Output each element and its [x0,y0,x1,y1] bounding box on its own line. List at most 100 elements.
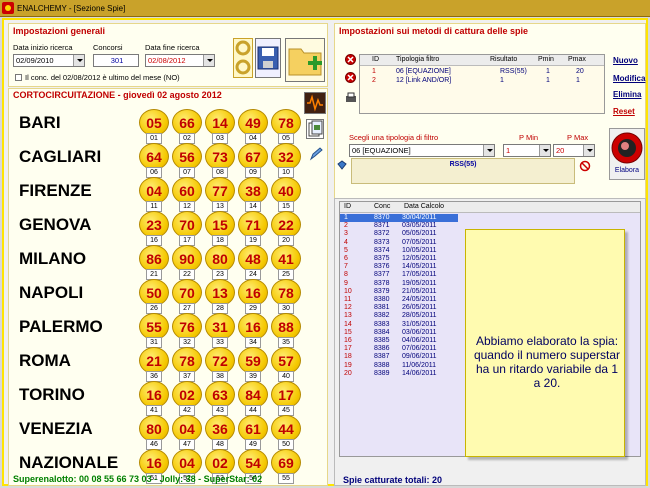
result-row[interactable]: 6 8375 12/05/2011 [340,255,458,263]
elabora-button[interactable]: Elabora [609,128,645,180]
number-ball[interactable]: 90 22 [172,245,202,281]
pmax-select[interactable]: 20 [553,144,595,157]
number-ball[interactable]: 16 41 [139,381,169,417]
edit-button[interactable] [308,146,324,162]
documents-button[interactable] [306,119,324,139]
number-ball[interactable]: 77 13 [205,177,235,213]
options-button[interactable] [233,38,253,78]
number-ball[interactable]: 05 01 [139,109,169,145]
number-ball[interactable]: 63 43 [205,381,235,417]
open-folder-button[interactable] [285,38,325,82]
expression-box[interactable]: RSS(55) [351,158,575,184]
number-ball[interactable]: 56 07 [172,143,202,179]
number-ball[interactable]: 21 36 [139,347,169,383]
number-ball[interactable]: 16 34 [238,313,268,349]
print-button[interactable] [345,92,357,104]
number-ball[interactable]: 84 44 [238,381,268,417]
number-ball[interactable]: 86 21 [139,245,169,281]
new-link[interactable]: Nuovo [613,56,638,65]
number-ball[interactable]: 23 16 [139,211,169,247]
filter-type-select[interactable]: 06 [EQUAZIONE] [349,144,495,157]
chevron-down-icon[interactable] [539,145,550,156]
result-row[interactable]: 12 8381 26/05/2011 [340,304,458,312]
last-month-checkbox[interactable] [15,74,22,81]
number-ball[interactable]: 70 27 [172,279,202,315]
chart-button[interactable] [304,92,326,114]
result-row[interactable]: 18 8387 09/06/2011 [340,353,458,361]
remove-row-button[interactable] [345,54,356,65]
edit-link[interactable]: Modifica [613,74,645,83]
result-row[interactable]: 8 8377 17/05/2011 [340,271,458,279]
result-row[interactable]: 16 8385 04/06/2011 [340,337,458,345]
number-ball[interactable]: 60 12 [172,177,202,213]
number-ball[interactable]: 13 28 [205,279,235,315]
result-row[interactable]: 15 8384 03/06/2011 [340,329,458,337]
result-row[interactable]: 4 8373 07/05/2011 [340,239,458,247]
number-ball[interactable]: 76 32 [172,313,202,349]
result-row[interactable]: 1 8370 30/04/2011 [340,214,458,222]
number-ball[interactable]: 67 09 [238,143,268,179]
number-ball[interactable]: 32 10 [271,143,301,179]
number-ball[interactable]: 22 20 [271,211,301,247]
number-ball[interactable]: 14 03 [205,109,235,145]
column-header[interactable]: Data Calcolo [404,203,444,210]
chevron-down-icon[interactable] [203,55,214,66]
number-ball[interactable]: 31 33 [205,313,235,349]
result-row[interactable]: 7 8376 14/05/2011 [340,263,458,271]
result-row[interactable]: 2 8371 03/05/2011 [340,222,458,230]
number-ball[interactable]: 40 15 [271,177,301,213]
number-ball[interactable]: 71 19 [238,211,268,247]
number-ball[interactable]: 49 04 [238,109,268,145]
result-row[interactable]: 10 8379 21/05/2011 [340,288,458,296]
result-row[interactable]: 13 8382 28/05/2011 [340,312,458,320]
number-ball[interactable]: 36 48 [205,415,235,451]
number-ball[interactable]: 66 02 [172,109,202,145]
number-ball[interactable]: 73 08 [205,143,235,179]
number-ball[interactable]: 50 26 [139,279,169,315]
number-ball[interactable]: 59 39 [238,347,268,383]
chevron-down-icon[interactable] [583,145,594,156]
number-ball[interactable]: 57 40 [271,347,301,383]
column-header[interactable]: Risultato [490,56,517,63]
result-row[interactable]: 5 8374 10/05/2011 [340,247,458,255]
remove-all-button[interactable] [345,72,356,83]
number-ball[interactable]: 64 06 [139,143,169,179]
number-ball[interactable]: 80 46 [139,415,169,451]
number-ball[interactable]: 48 24 [238,245,268,281]
number-ball[interactable]: 04 11 [139,177,169,213]
delete-link[interactable]: Elimina [613,90,641,99]
result-row[interactable]: 20 8389 14/06/2011 [340,370,458,378]
number-ball[interactable]: 44 50 [271,415,301,451]
save-button[interactable] [255,38,281,78]
number-ball[interactable]: 70 17 [172,211,202,247]
number-ball[interactable]: 72 38 [205,347,235,383]
column-header[interactable]: Pmax [568,56,586,63]
number-ball[interactable]: 55 31 [139,313,169,349]
column-header[interactable]: Conc [374,203,390,210]
number-ball[interactable]: 88 35 [271,313,301,349]
pmin-select[interactable]: 1 [503,144,551,157]
reset-link[interactable]: Reset [613,107,635,116]
number-ball[interactable]: 16 29 [238,279,268,315]
number-ball[interactable]: 38 14 [238,177,268,213]
result-row[interactable]: 19 8388 11/06/2011 [340,362,458,370]
number-ball[interactable]: 17 45 [271,381,301,417]
chevron-down-icon[interactable] [73,55,84,66]
number-ball[interactable]: 78 37 [172,347,202,383]
result-row[interactable]: 11 8380 24/05/2011 [340,296,458,304]
number-ball[interactable]: 04 47 [172,415,202,451]
number-ball[interactable]: 80 23 [205,245,235,281]
result-row[interactable]: 17 8386 07/06/2011 [340,345,458,353]
start-date-field[interactable]: 02/09/2010 [13,54,85,67]
chevron-down-icon[interactable] [483,145,494,156]
number-ball[interactable]: 61 49 [238,415,268,451]
end-date-field[interactable]: 02/08/2012 [145,54,215,67]
result-row[interactable]: 9 8378 19/05/2011 [340,280,458,288]
column-header[interactable]: ID [344,203,351,210]
result-row[interactable]: 14 8383 31/05/2011 [340,321,458,329]
number-ball[interactable]: 78 30 [271,279,301,315]
number-ball[interactable]: 15 18 [205,211,235,247]
result-row[interactable]: 3 8372 05/05/2011 [340,230,458,238]
contests-field[interactable]: 301 [93,54,139,67]
column-header[interactable]: Pmin [538,56,554,63]
